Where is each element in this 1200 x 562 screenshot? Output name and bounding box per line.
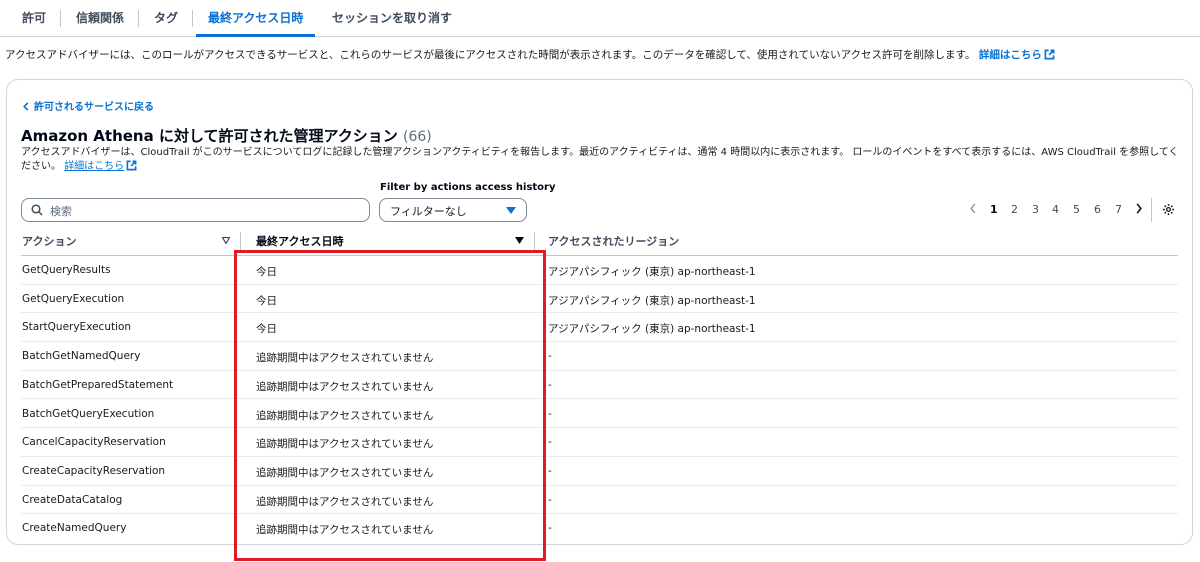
cell-last-accessed: 追跡期間中はアクセスされていません [256,380,434,393]
table-row: CreateNamedQuery 追跡期間中はアクセスされていません - [21,514,1178,543]
description-learn-more-link[interactable]: 詳細はこちら [64,160,137,172]
table-row: GetQueryExecution 今日 アジアパシフィック (東京) ap-n… [21,285,1178,314]
external-link-icon [1044,49,1055,60]
back-link-label: 許可されるサービスに戻る [34,102,154,113]
cell-last-accessed: 追跡期間中はアクセスされていません [256,524,434,537]
pagination-next-button[interactable] [1135,203,1143,217]
cell-region: - [548,493,552,506]
page-title: Amazon Athena に対して許可された管理アクション (66) [21,125,432,146]
chevron-left-icon [23,102,29,111]
chevron-left-icon [970,203,976,214]
tab-divider [138,10,139,27]
card-description: アクセスアドバイザーは、CloudTrail がこのサービスについてログに記録し… [21,146,1181,174]
cell-region: - [548,378,552,391]
intro-text: アクセスアドバイザーには、このロールがアクセスできるサービスと、これらのサービス… [5,47,1055,62]
cell-region: - [548,436,552,449]
column-divider[interactable] [240,232,241,250]
tab-last-accessed[interactable]: 最終アクセス日時 [196,0,316,37]
title-text: Amazon Athena に対して許可された管理アクション [21,127,398,145]
description-text: アクセスアドバイザーは、CloudTrail がこのサービスについてログに記録し… [21,147,1179,172]
pagination-page-7[interactable]: 7 [1115,203,1122,216]
pagination-page-1[interactable]: 1 [990,203,998,216]
cell-last-accessed: 追跡期間中はアクセスされていません [256,466,434,479]
table-row: StartQueryExecution 今日 アジアパシフィック (東京) ap… [21,313,1178,343]
cell-action: StartQueryExecution [22,321,132,334]
cell-action: BatchGetPreparedStatement [22,378,174,391]
column-header-last-accessed[interactable]: 最終アクセス日時 [256,233,343,249]
table-row: CreateDataCatalog 追跡期間中はアクセスされていません - [21,486,1178,515]
column-header-action[interactable]: アクション [22,233,76,249]
filter-selected-value: フィルターなし [390,205,467,218]
cell-last-accessed: 今日 [256,266,277,278]
action-count: (66) [403,129,432,145]
tab-tags[interactable]: タグ [154,0,178,37]
table-row: CancelCapacityReservation 追跡期間中はアクセスされてい… [21,428,1178,457]
tab-trust-relationships[interactable]: 信頼関係 [76,0,124,37]
cell-region: - [548,464,552,477]
table-row: CreateCapacityReservation 追跡期間中はアクセスされてい… [21,457,1178,486]
cell-last-accessed: 今日 [256,323,277,336]
cell-region: - [548,522,552,535]
cell-action: BatchGetNamedQuery [22,350,141,363]
cell-last-accessed: 今日 [256,294,277,307]
column-divider[interactable] [534,232,535,250]
pagination-divider [1151,198,1152,222]
cell-region: アジアパシフィック (東京) ap-northeast-1 [548,294,756,307]
cell-region: - [548,350,552,363]
caret-down-icon [506,207,516,214]
table-row: BatchGetNamedQuery 追跡期間中はアクセスされていません - [21,342,1178,371]
cell-action: BatchGetQueryExecution [22,407,155,420]
preferences-button[interactable] [1162,203,1175,219]
access-history-filter-select[interactable]: フィルターなし [379,198,527,222]
cell-region: アジアパシフィック (東京) ap-northeast-1 [548,266,756,278]
description-link-label: 詳細はこちら [64,161,125,172]
cell-action: GetQueryExecution [22,292,125,305]
table-row: BatchGetPreparedStatement 追跡期間中はアクセスされてい… [21,371,1178,400]
table-row: GetQueryResults 今日 アジアパシフィック (東京) ap-nor… [21,256,1178,285]
cell-action: CreateCapacityReservation [22,464,166,477]
cell-region: - [548,407,552,420]
cell-region: アジアパシフィック (東京) ap-northeast-1 [548,323,756,336]
table-row: BatchGetQueryExecution 追跡期間中はアクセスされていません… [21,400,1178,429]
tab-permissions[interactable]: 許可 [22,0,46,37]
back-to-services-link[interactable]: 許可されるサービスに戻る [22,98,154,113]
cell-last-accessed: 追跡期間中はアクセスされていません [256,352,434,365]
tab-divider [192,10,193,27]
pagination-page-2[interactable]: 2 [1011,203,1018,216]
cell-last-accessed: 追跡期間中はアクセスされていません [256,438,434,451]
pagination-prev-button[interactable] [969,203,977,217]
gear-icon [1162,203,1175,216]
sort-icon[interactable] [222,237,230,244]
cell-action: CancelCapacityReservation [22,436,166,449]
search-input[interactable]: 検索 [21,198,370,222]
pagination-page-6[interactable]: 6 [1094,203,1101,216]
tab-divider [60,10,61,27]
sort-descending-icon[interactable] [515,237,524,244]
cell-action: CreateNamedQuery [22,522,127,535]
column-header-region[interactable]: アクセスされたリージョン [548,233,679,249]
intro-learn-more-label: 詳細はこちら [978,49,1042,61]
pagination-page-4[interactable]: 4 [1052,203,1059,216]
pagination-page-5[interactable]: 5 [1073,203,1080,216]
intro-learn-more-link[interactable]: 詳細はこちら [979,49,1055,61]
tab-bar: 許可 信頼関係 タグ 最終アクセス日時 セッションを取り消す [0,0,1200,37]
external-link-icon [126,160,137,171]
tab-revoke-sessions[interactable]: セッションを取り消す [332,0,452,37]
cell-action: GetQueryResults [22,264,111,276]
search-icon [31,204,43,216]
intro-description: アクセスアドバイザーには、このロールがアクセスできるサービスと、これらのサービス… [5,49,976,61]
search-placeholder: 検索 [50,205,72,218]
cell-last-accessed: 追跡期間中はアクセスされていません [256,409,434,422]
pagination-page-3[interactable]: 3 [1032,203,1039,216]
chevron-right-icon [1136,203,1142,214]
cell-action: CreateDataCatalog [22,493,123,506]
filter-label: Filter by actions access history [380,182,556,193]
cell-last-accessed: 追跡期間中はアクセスされていません [256,495,434,508]
